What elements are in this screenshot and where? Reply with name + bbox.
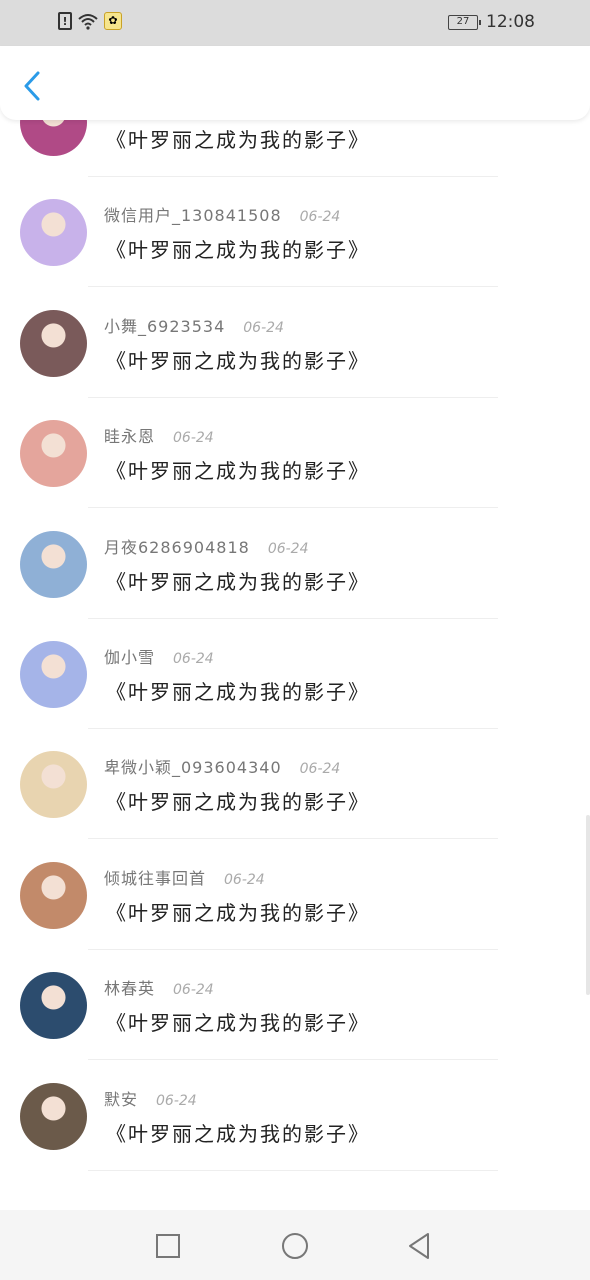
list-item[interactable]: 伽小雪 06-24 《叶罗丽之成为我的影子》 <box>0 626 590 736</box>
username[interactable]: 倾城往事回首 <box>104 865 206 889</box>
item-meta: 小舞_6923534 06-24 <box>104 313 284 337</box>
avatar[interactable] <box>20 972 87 1040</box>
item-date: 06-24 <box>299 761 341 778</box>
system-nav-bar <box>0 1210 590 1280</box>
item-date: 06-24 <box>299 209 341 226</box>
item-meta: 眭永恩 06-24 <box>104 423 214 447</box>
item-date: 06-24 <box>173 651 214 667</box>
avatar[interactable] <box>20 530 87 598</box>
row-divider <box>88 286 498 288</box>
circle-home-icon[interactable] <box>279 1230 311 1262</box>
item-date: 06-24 <box>173 982 214 999</box>
status-clock: 12:08 <box>486 12 535 32</box>
row-divider <box>88 176 498 177</box>
avatar[interactable] <box>20 309 87 377</box>
item-message: 《叶罗丽之成为我的影子》 <box>106 348 370 373</box>
sunflower-app-icon: ✿ <box>104 12 122 30</box>
list-item[interactable]: 月夜6286904818 06-24 《叶罗丽之成为我的影子》 <box>0 516 590 626</box>
item-date: 06-24 <box>156 1092 197 1109</box>
item-message: 《叶罗丽之成为我的影子》 <box>106 238 370 263</box>
row-divider <box>88 1059 498 1061</box>
row-divider <box>88 507 498 509</box>
list-item[interactable]: 卑微小颖_093604340 06-24 《叶罗丽之成为我的影子》 <box>0 736 590 846</box>
item-message: 《叶罗丽之成为我的影子》 <box>106 569 370 594</box>
item-message: 《叶罗丽之成为我的影子》 <box>106 790 370 815</box>
username[interactable]: 眭永恩 <box>104 423 155 447</box>
row-divider <box>88 838 498 840</box>
sim-alert-icon: ! <box>58 12 72 30</box>
wifi-icon <box>78 14 98 30</box>
username[interactable]: 伽小雪 <box>104 644 155 668</box>
list-item[interactable]: 眭永恩 06-24 《叶罗丽之成为我的影子》 <box>0 405 590 515</box>
row-divider <box>88 396 498 398</box>
row-divider <box>88 617 498 619</box>
item-meta: 卑微小颖_093604340 06-24 <box>104 754 340 778</box>
item-date: 06-24 <box>224 871 265 888</box>
status-icons-right: 27 12:08 <box>448 12 535 32</box>
username[interactable]: 默安 <box>104 1086 138 1110</box>
item-date: 06-24 <box>173 430 214 447</box>
item-message: 《叶罗丽之成为我的影子》 <box>106 459 370 484</box>
avatar[interactable] <box>20 751 87 819</box>
item-meta: 林春英 06-24 <box>104 975 214 999</box>
username[interactable]: 卑微小颖_093604340 <box>104 754 282 778</box>
scrollbar-thumb[interactable] <box>586 815 590 995</box>
avatar[interactable] <box>20 420 87 488</box>
status-icons-left: ! ✿ <box>58 12 122 30</box>
list-item[interactable]: 倾城往事回首 06-24 《叶罗丽之成为我的影子》 <box>0 847 590 957</box>
back-chevron-icon[interactable] <box>20 70 44 102</box>
item-date: 06-24 <box>267 540 309 557</box>
item-message: 《叶罗丽之成为我的影子》 <box>106 900 370 925</box>
username[interactable]: 林春英 <box>104 975 155 999</box>
item-meta: 默安 06-24 <box>104 1086 197 1110</box>
item-meta: 伽小雪 06-24 <box>104 644 214 668</box>
row-divider <box>88 1169 498 1171</box>
avatar[interactable] <box>20 1082 87 1150</box>
list-item[interactable]: 林春英 06-24 《叶罗丽之成为我的影子》 <box>0 957 590 1067</box>
battery-icon: 27 <box>448 14 481 30</box>
item-message: 《叶罗丽之成为我的影子》 <box>106 1011 370 1036</box>
avatar[interactable] <box>20 641 87 708</box>
item-message: 《叶罗丽之成为我的影子》 <box>106 680 370 704</box>
list-item[interactable]: 微信用户_130841508 06-24 《叶罗丽之成为我的影子》 <box>0 184 590 294</box>
item-message: 《叶罗丽之成为我的影子》 <box>106 1121 370 1146</box>
item-meta: 微信用户_130841508 06-24 <box>104 202 340 226</box>
avatar[interactable] <box>20 861 87 929</box>
username[interactable]: 小舞_6923534 <box>104 313 225 337</box>
square-recents-icon[interactable] <box>152 1230 184 1262</box>
list-item[interactable]: 默安 06-24 《叶罗丽之成为我的影子》 <box>0 1068 590 1178</box>
username[interactable]: 微信用户_130841508 <box>104 202 282 226</box>
username[interactable]: 月夜6286904818 <box>104 534 250 558</box>
row-divider <box>88 948 498 950</box>
avatar[interactable] <box>20 199 87 267</box>
item-meta: 倾城往事回首 06-24 <box>104 865 265 889</box>
reader-list[interactable]: 潘雨馨06-24《叶罗丽之成为我的影子》微信用户_13084150806-24《… <box>0 104 590 1210</box>
item-message: 《叶罗丽之成为我的影子》 <box>106 128 370 152</box>
top-header <box>0 46 590 120</box>
list-item[interactable]: 小舞_6923534 06-24 《叶罗丽之成为我的影子》 <box>0 295 590 405</box>
row-divider <box>88 728 498 729</box>
triangle-back-icon[interactable] <box>404 1230 436 1262</box>
item-date: 06-24 <box>243 319 284 336</box>
item-meta: 月夜6286904818 06-24 <box>104 534 309 558</box>
status-bar: ! ✿ 27 12:08 <box>0 0 590 46</box>
